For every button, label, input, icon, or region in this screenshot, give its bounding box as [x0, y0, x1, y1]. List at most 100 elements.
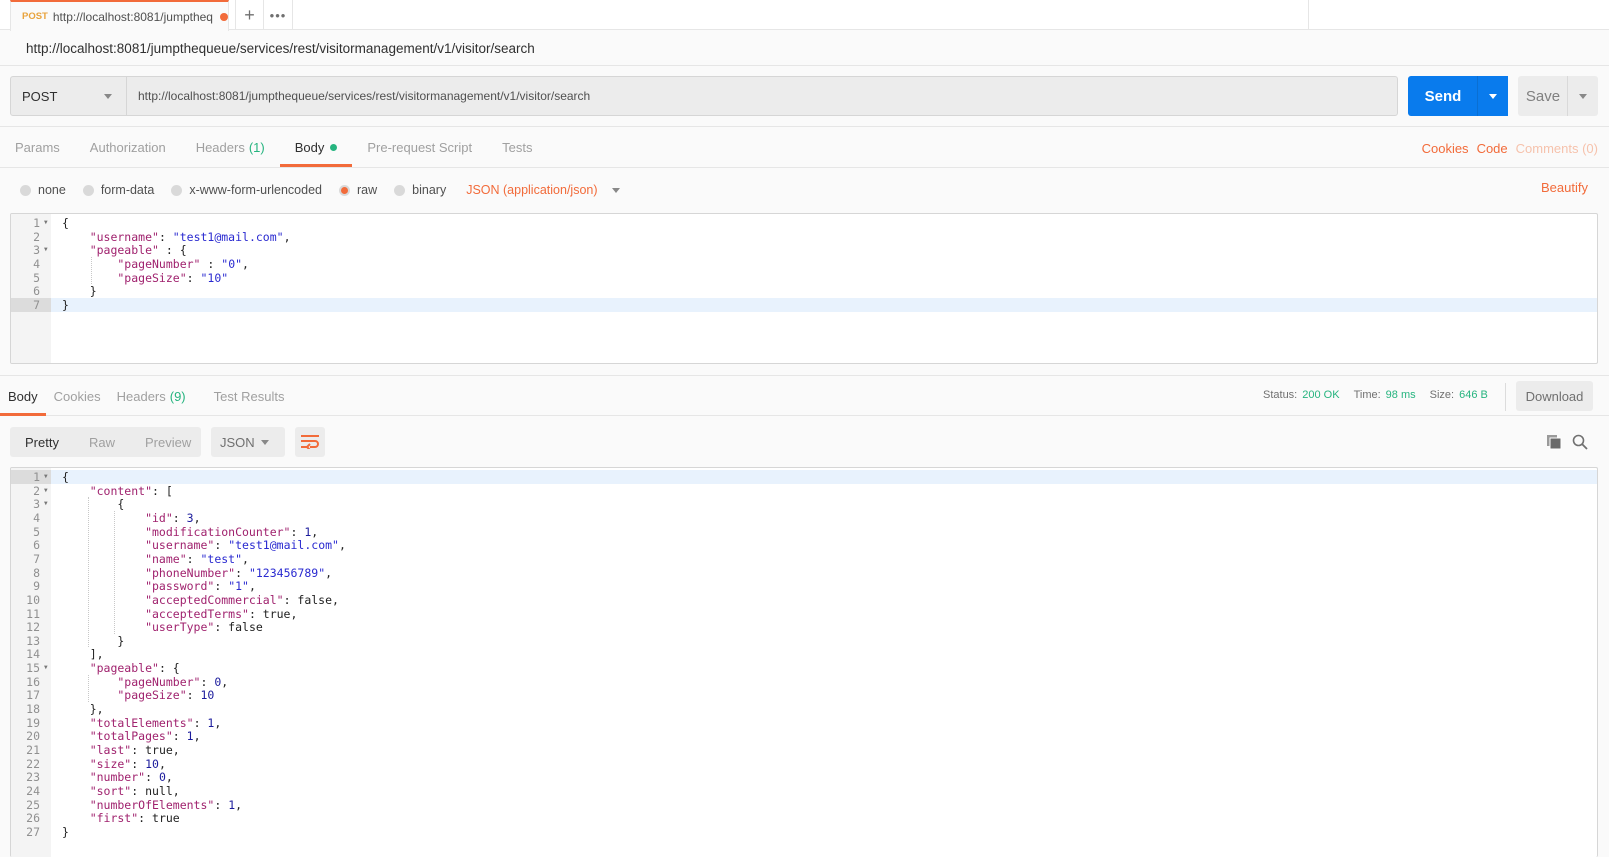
- cookies-link[interactable]: Cookies: [1422, 141, 1469, 156]
- fold-toggle-icon[interactable]: ▼: [44, 484, 48, 498]
- code-text: "acceptedCommercial": false,: [62, 592, 339, 607]
- body-indicator-dot-icon: [330, 143, 338, 151]
- code-text: "pageable" : {: [62, 243, 187, 258]
- code-line: 18 },: [11, 702, 1597, 716]
- view-raw[interactable]: Raw: [74, 435, 130, 450]
- code-text: "numberOfElements": 1,: [62, 797, 243, 812]
- radio-label: raw: [357, 183, 378, 197]
- time-value[interactable]: 98 ms: [1386, 389, 1416, 401]
- line-number: 18: [26, 702, 40, 717]
- radio-none[interactable]: none: [20, 183, 66, 197]
- code-line: 5 "modificationCounter": 1,: [11, 525, 1597, 539]
- format-select[interactable]: JSON: [211, 427, 285, 457]
- tab-headers[interactable]: Headers (1): [181, 127, 280, 167]
- response-tab-test-results[interactable]: Test Results: [206, 376, 293, 416]
- save-options-button[interactable]: [1567, 76, 1598, 116]
- code-text: }: [62, 284, 97, 299]
- wrap-lines-button[interactable]: [295, 427, 325, 457]
- code-line: 24 "sort": null,: [11, 784, 1597, 798]
- fold-toggle-icon[interactable]: ▼: [44, 243, 48, 257]
- request-tab[interactable]: POST http://localhost:8081/jumptheq: [10, 0, 229, 31]
- code-text: "id": 3,: [62, 510, 201, 525]
- line-number: 2: [33, 229, 40, 244]
- download-button[interactable]: Download: [1516, 381, 1593, 411]
- line-number: 8: [33, 565, 40, 580]
- radio-x-www-form-urlencoded[interactable]: x-www-form-urlencoded: [171, 183, 322, 197]
- headers-count: (9): [169, 388, 186, 404]
- tab-authorization[interactable]: Authorization: [75, 127, 181, 167]
- line-number: 25: [26, 797, 40, 812]
- response-tab-body[interactable]: Body: [0, 376, 46, 416]
- line-number: 13: [26, 633, 40, 648]
- code-line: 1 ▼{: [11, 470, 1597, 484]
- response-tab-headers[interactable]: Headers (9): [109, 376, 194, 416]
- request-name[interactable]: http://localhost:8081/jumpthequeue/servi…: [26, 41, 535, 56]
- fold-toggle-icon[interactable]: ▼: [44, 497, 48, 511]
- radio-icon: [171, 184, 183, 196]
- code-line: 8 "phoneNumber": "123456789",: [11, 566, 1597, 580]
- status-value[interactable]: 200 OK: [1302, 389, 1339, 401]
- tab-tests[interactable]: Tests: [487, 127, 547, 167]
- line-number: 7: [33, 551, 40, 566]
- code-line: 21 "last": true,: [11, 743, 1597, 757]
- radio-form-data[interactable]: form-data: [82, 183, 154, 197]
- line-number: 10: [26, 592, 40, 607]
- line-number: 19: [26, 715, 40, 730]
- save-button[interactable]: Save: [1518, 76, 1568, 116]
- code-line: 12 "userType": false: [11, 620, 1597, 634]
- code-line: 3 ▼ {: [11, 497, 1597, 511]
- view-pretty[interactable]: Pretty: [10, 435, 74, 450]
- code-text: "totalPages": 1,: [62, 729, 201, 744]
- method-value: POST: [22, 88, 58, 104]
- response-body-viewer[interactable]: 1 ▼{2 ▼ "content": [3 ▼ {4 "id": 3, 5 "modif…: [10, 467, 1598, 857]
- radio-binary[interactable]: binary: [394, 183, 446, 197]
- line-number: 16: [26, 674, 40, 689]
- code-link[interactable]: Code: [1477, 141, 1508, 156]
- new-tab-button[interactable]: +: [235, 0, 264, 30]
- send-options-button[interactable]: [1477, 76, 1508, 116]
- request-body-editor[interactable]: 1 ▼{2 "username": "test1@mail.com", 3 ▼ "pa…: [10, 213, 1598, 364]
- chevron-down-icon: [104, 94, 112, 99]
- method-select[interactable]: POST: [10, 76, 127, 116]
- fold-toggle-icon[interactable]: ▼: [44, 216, 48, 230]
- code-text: "sort": null,: [62, 783, 180, 798]
- code-line: 6 "username": "test1@mail.com",: [11, 538, 1597, 552]
- code-line: 16 "pageNumber": 0,: [11, 675, 1597, 689]
- url-input[interactable]: [126, 76, 1398, 116]
- code-text: }: [62, 633, 125, 648]
- code-line: 5 "pageSize": "10": [11, 271, 1597, 285]
- tab-label: Body: [8, 388, 38, 404]
- tab-pre-request-script[interactable]: Pre-request Script: [352, 127, 487, 167]
- code-text: "modificationCounter": 1,: [62, 524, 319, 539]
- tab-params[interactable]: Params: [0, 127, 75, 167]
- line-number: 11: [26, 606, 40, 621]
- code-line: 11 "acceptedTerms": true,: [11, 607, 1597, 621]
- code-text: {: [62, 497, 125, 512]
- line-number: 5: [33, 270, 40, 285]
- tab-options-button[interactable]: •••: [264, 0, 293, 30]
- tab-label: Headers: [116, 388, 166, 404]
- comments-link[interactable]: Comments (0): [1516, 141, 1598, 156]
- code-text: "acceptedTerms": true,: [62, 606, 298, 621]
- code-text: "pageSize": "10": [62, 270, 229, 285]
- radio-raw[interactable]: raw: [339, 183, 377, 197]
- code-text: "pageNumber": 0,: [62, 674, 229, 689]
- code-text: {: [62, 216, 69, 230]
- line-number: 6: [33, 284, 40, 299]
- fold-toggle-icon[interactable]: ▼: [44, 661, 48, 675]
- content-type-select[interactable]: JSON (application/json): [466, 183, 620, 197]
- indent-guide: [91, 256, 92, 285]
- copy-icon[interactable]: [1546, 434, 1562, 450]
- size-value[interactable]: 646 B: [1459, 389, 1488, 401]
- tab-body[interactable]: Body: [279, 127, 353, 167]
- view-preview[interactable]: Preview: [130, 435, 206, 450]
- tab-label: Authorization: [89, 139, 166, 155]
- beautify-link[interactable]: Beautify: [1541, 180, 1588, 195]
- code-text: "content": [: [62, 483, 173, 498]
- fold-toggle-icon[interactable]: ▼: [44, 470, 48, 484]
- code-text: "name": "test",: [62, 551, 249, 566]
- code-text: "username": "test1@mail.com",: [62, 538, 346, 553]
- search-icon[interactable]: [1572, 434, 1588, 450]
- response-tab-cookies[interactable]: Cookies: [46, 376, 109, 416]
- radio-label: binary: [412, 183, 447, 197]
